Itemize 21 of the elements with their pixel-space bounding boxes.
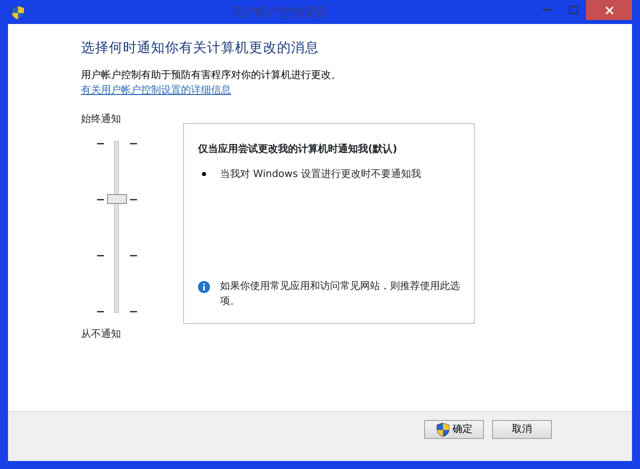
slider-label: 从不通知 (81, 328, 121, 342)
note-text: 如果你使用常见应用和访问常见网站，则推荐使用此选项。 (220, 280, 460, 310)
panel-title: 仅当应用尝试更改我的计算机时通知我(默认) (198, 142, 398, 158)
bullet-text: 当我对 Windows 设置进行更改时不要通知我 (220, 168, 421, 182)
bullet-icon (202, 172, 206, 176)
shield-icon (10, 4, 24, 20)
shield-icon (436, 422, 450, 437)
heading: 选择何时通知你有关计算机更改的消息 (81, 40, 320, 56)
minimize-icon (542, 8, 552, 11)
ok-button[interactable]: 确定 (424, 420, 484, 439)
close-icon (604, 6, 614, 16)
info-icon (198, 281, 210, 294)
maximize-icon (568, 6, 578, 14)
slider-thumb[interactable] (107, 194, 127, 204)
description-text: 用户帐户控制有助于预防有害程序对你的计算机进行更改。 (81, 68, 342, 84)
slider-track[interactable] (114, 141, 119, 314)
slider-label: 始终通知 (81, 112, 121, 128)
help-link[interactable]: 有关用户帐户控制设置的详细信息 (81, 85, 231, 96)
cancel-button[interactable]: 取消 (492, 420, 552, 439)
window-title: 用户帐户控制设置 (230, 4, 328, 21)
close-button[interactable] (586, 0, 632, 20)
